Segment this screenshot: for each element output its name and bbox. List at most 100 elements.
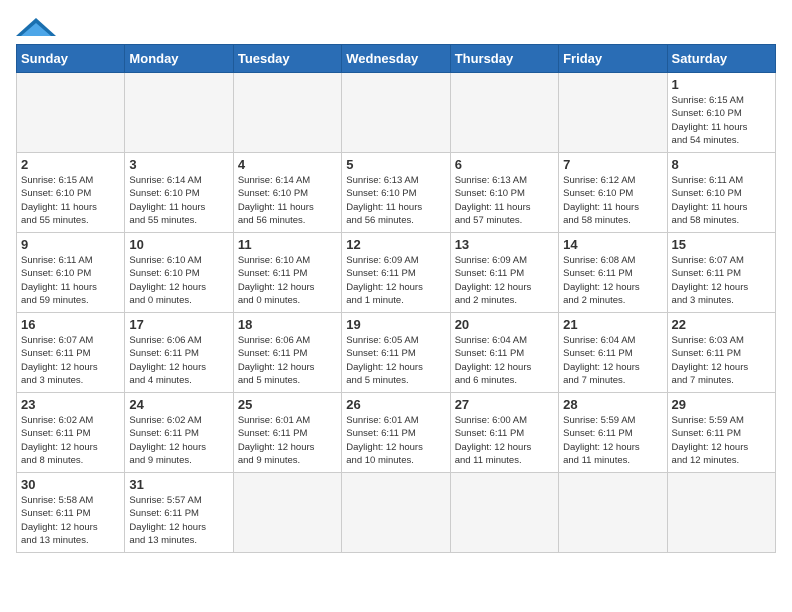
day-info: Sunrise: 6:09 AM Sunset: 6:11 PM Dayligh… [455, 254, 554, 307]
calendar-cell: 20 Sunrise: 6:04 AM Sunset: 6:11 PM Dayli… [450, 313, 558, 393]
day-info: Sunrise: 6:04 AM Sunset: 6:11 PM Dayligh… [455, 334, 554, 387]
calendar-cell: 2Sunrise: 6:15 AM Sunset: 6:10 PM Daylig… [17, 153, 125, 233]
day-info: Sunrise: 6:10 AM Sunset: 6:11 PM Dayligh… [238, 254, 337, 307]
day-info: Sunrise: 6:11 AM Sunset: 6:10 PM Dayligh… [672, 174, 771, 227]
day-info: Sunrise: 6:05 AM Sunset: 6:11 PM Dayligh… [346, 334, 445, 387]
day-info: Sunrise: 6:06 AM Sunset: 6:11 PM Dayligh… [238, 334, 337, 387]
day-number: 23 [21, 397, 120, 412]
calendar-cell: 30Sunrise: 5:58 AM Sunset: 6:11 PM Dayli… [17, 473, 125, 553]
day-number: 3 [129, 157, 228, 172]
calendar-cell: 4 Sunrise: 6:14 AM Sunset: 6:10 PM Daylig… [233, 153, 341, 233]
calendar-cell: 19 Sunrise: 6:05 AM Sunset: 6:11 PM Dayli… [342, 313, 450, 393]
calendar-cell: 9 Sunrise: 6:11 AM Sunset: 6:10 PM Daylig… [17, 233, 125, 313]
day-info: Sunrise: 6:01 AM Sunset: 6:11 PM Dayligh… [238, 414, 337, 467]
calendar-cell [559, 473, 667, 553]
calendar-cell [559, 73, 667, 153]
day-info: Sunrise: 6:15 AM Sunset: 6:10 PM Dayligh… [21, 174, 120, 227]
day-info: Sunrise: 6:11 AM Sunset: 6:10 PM Dayligh… [21, 254, 120, 307]
calendar-cell [667, 473, 775, 553]
calendar-cell: 24 Sunrise: 6:02 AM Sunset: 6:11 PM Dayli… [125, 393, 233, 473]
calendar-cell: 1Sunrise: 6:15 AM Sunset: 6:10 PM Daylig… [667, 73, 775, 153]
calendar-cell: 12Sunrise: 6:09 AM Sunset: 6:11 PM Dayli… [342, 233, 450, 313]
day-info: Sunrise: 6:07 AM Sunset: 6:11 PM Dayligh… [21, 334, 120, 387]
calendar-cell: 31Sunrise: 5:57 AM Sunset: 6:11 PM Dayli… [125, 473, 233, 553]
calendar-cell: 22 Sunrise: 6:03 AM Sunset: 6:11 PM Dayli… [667, 313, 775, 393]
calendar-cell [342, 73, 450, 153]
weekday-header-friday: Friday [559, 45, 667, 73]
day-number: 27 [455, 397, 554, 412]
calendar-cell [125, 73, 233, 153]
calendar-cell: 25 Sunrise: 6:01 AM Sunset: 6:11 PM Dayli… [233, 393, 341, 473]
day-info: Sunrise: 6:02 AM Sunset: 6:11 PM Dayligh… [21, 414, 120, 467]
day-number: 25 [238, 397, 337, 412]
weekday-header-tuesday: Tuesday [233, 45, 341, 73]
day-number: 11 [238, 237, 337, 252]
day-number: 15 [672, 237, 771, 252]
day-number: 8 [672, 157, 771, 172]
day-number: 17 [129, 317, 228, 332]
day-info: Sunrise: 6:04 AM Sunset: 6:11 PM Dayligh… [563, 334, 662, 387]
calendar-cell: 28 Sunrise: 5:59 AM Sunset: 6:11 PM Dayli… [559, 393, 667, 473]
weekday-header-sunday: Sunday [17, 45, 125, 73]
day-number: 21 [563, 317, 662, 332]
day-info: Sunrise: 6:13 AM Sunset: 6:10 PM Dayligh… [455, 174, 554, 227]
calendar-cell: 3 Sunrise: 6:14 AM Sunset: 6:10 PM Daylig… [125, 153, 233, 233]
calendar-week-2: 9 Sunrise: 6:11 AM Sunset: 6:10 PM Daylig… [17, 233, 776, 313]
calendar-cell [450, 73, 558, 153]
day-number: 19 [346, 317, 445, 332]
calendar-cell: 6 Sunrise: 6:13 AM Sunset: 6:10 PM Daylig… [450, 153, 558, 233]
day-number: 7 [563, 157, 662, 172]
day-number: 13 [455, 237, 554, 252]
day-number: 4 [238, 157, 337, 172]
calendar-cell: 14 Sunrise: 6:08 AM Sunset: 6:11 PM Dayli… [559, 233, 667, 313]
header [16, 16, 776, 36]
day-number: 9 [21, 237, 120, 252]
day-number: 18 [238, 317, 337, 332]
day-number: 14 [563, 237, 662, 252]
day-info: Sunrise: 6:03 AM Sunset: 6:11 PM Dayligh… [672, 334, 771, 387]
calendar-cell [450, 473, 558, 553]
day-number: 5 [346, 157, 445, 172]
day-number: 26 [346, 397, 445, 412]
weekday-header-thursday: Thursday [450, 45, 558, 73]
day-info: Sunrise: 5:59 AM Sunset: 6:11 PM Dayligh… [672, 414, 771, 467]
day-info: Sunrise: 6:15 AM Sunset: 6:10 PM Dayligh… [672, 94, 771, 147]
calendar-header: SundayMondayTuesdayWednesdayThursdayFrid… [17, 45, 776, 73]
day-info: Sunrise: 6:08 AM Sunset: 6:11 PM Dayligh… [563, 254, 662, 307]
calendar-cell: 29 Sunrise: 5:59 AM Sunset: 6:11 PM Dayli… [667, 393, 775, 473]
weekday-header-wednesday: Wednesday [342, 45, 450, 73]
day-info: Sunrise: 6:07 AM Sunset: 6:11 PM Dayligh… [672, 254, 771, 307]
day-info: Sunrise: 6:02 AM Sunset: 6:11 PM Dayligh… [129, 414, 228, 467]
day-number: 28 [563, 397, 662, 412]
day-number: 24 [129, 397, 228, 412]
day-number: 22 [672, 317, 771, 332]
calendar-cell [17, 73, 125, 153]
day-number: 20 [455, 317, 554, 332]
day-number: 6 [455, 157, 554, 172]
day-info: Sunrise: 6:10 AM Sunset: 6:10 PM Dayligh… [129, 254, 228, 307]
calendar-cell: 16 Sunrise: 6:07 AM Sunset: 6:11 PM Dayli… [17, 313, 125, 393]
day-info: Sunrise: 6:12 AM Sunset: 6:10 PM Dayligh… [563, 174, 662, 227]
logo-icon [16, 18, 56, 36]
calendar-cell: 23 Sunrise: 6:02 AM Sunset: 6:11 PM Dayli… [17, 393, 125, 473]
day-number: 29 [672, 397, 771, 412]
calendar-body: 1Sunrise: 6:15 AM Sunset: 6:10 PM Daylig… [17, 73, 776, 553]
day-info: Sunrise: 6:00 AM Sunset: 6:11 PM Dayligh… [455, 414, 554, 467]
day-number: 10 [129, 237, 228, 252]
calendar-cell: 5Sunrise: 6:13 AM Sunset: 6:10 PM Daylig… [342, 153, 450, 233]
calendar-cell [233, 73, 341, 153]
calendar-cell: 27 Sunrise: 6:00 AM Sunset: 6:11 PM Dayli… [450, 393, 558, 473]
day-number: 12 [346, 237, 445, 252]
day-number: 16 [21, 317, 120, 332]
calendar-week-3: 16 Sunrise: 6:07 AM Sunset: 6:11 PM Dayli… [17, 313, 776, 393]
day-info: Sunrise: 5:59 AM Sunset: 6:11 PM Dayligh… [563, 414, 662, 467]
calendar-cell: 18 Sunrise: 6:06 AM Sunset: 6:11 PM Dayli… [233, 313, 341, 393]
calendar-cell [233, 473, 341, 553]
calendar-cell: 8 Sunrise: 6:11 AM Sunset: 6:10 PM Daylig… [667, 153, 775, 233]
day-number: 31 [129, 477, 228, 492]
weekday-row: SundayMondayTuesdayWednesdayThursdayFrid… [17, 45, 776, 73]
day-info: Sunrise: 6:14 AM Sunset: 6:10 PM Dayligh… [238, 174, 337, 227]
day-info: Sunrise: 5:58 AM Sunset: 6:11 PM Dayligh… [21, 494, 120, 547]
day-info: Sunrise: 6:14 AM Sunset: 6:10 PM Dayligh… [129, 174, 228, 227]
calendar-cell: 17Sunrise: 6:06 AM Sunset: 6:11 PM Dayli… [125, 313, 233, 393]
